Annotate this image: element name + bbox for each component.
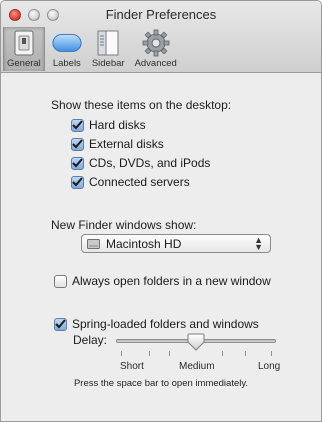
finder-preferences-window: Finder Preferences General Labels Sideba… [0,0,322,422]
slider-tick [121,351,122,356]
title-bar: Finder Preferences General Labels Sideba… [1,1,321,73]
checkbox[interactable] [54,317,67,331]
checkbox-connected-servers[interactable]: Connected servers [71,175,190,189]
labels-icon [52,29,82,57]
window-title: Finder Preferences [105,7,217,22]
checkbox[interactable] [71,137,84,151]
checkbox-label: Hard disks [89,118,146,132]
tick-label-long: Long [258,361,281,372]
sidebar-icon [93,29,123,57]
tab-labels-label: Labels [52,58,81,69]
slider-tick [271,351,272,356]
checkbox-label: Connected servers [89,175,190,189]
popup-selected-value: Macintosh HD [106,236,182,251]
tab-general[interactable]: General [3,27,45,71]
new-window-target-popup[interactable]: Macintosh HD ▲ ▼ [81,234,271,253]
tab-advanced[interactable]: Advanced [132,27,180,71]
slider-tick [222,351,223,356]
gear-icon [141,29,171,57]
slider-tick [169,351,170,356]
tab-labels[interactable]: Labels [49,27,85,71]
checkbox-label: External disks [89,137,164,151]
tick-label-short: Short [120,361,144,372]
checkbox-spring-loaded[interactable]: Spring-loaded folders and windows [54,317,259,331]
checkbox[interactable] [54,274,67,288]
popup-arrows-icon: ▲ ▼ [254,235,263,252]
checkbox-cds-dvds-ipods[interactable]: CDs, DVDs, and iPods [71,156,210,170]
desktop-items-heading: Show these items on the desktop: [51,98,232,112]
tab-sidebar-label: Sidebar [91,58,125,69]
tab-sidebar[interactable]: Sidebar [89,27,128,71]
slider-tick [149,351,150,356]
slider-tick [245,351,246,356]
tab-general-label: General [7,58,41,69]
checkbox-external-disks[interactable]: External disks [71,137,164,151]
checkbox[interactable] [71,156,84,170]
preferences-toolbar: General Labels Sidebar Advanced [3,27,180,71]
tab-advanced-label: Advanced [134,58,177,69]
checkbox-always-open-new-window[interactable]: Always open folders in a new window [54,274,271,288]
spring-loaded-hint: Press the space bar to open immediately. [73,378,249,389]
delay-label: Delay: [73,333,108,347]
checkbox[interactable] [71,118,84,132]
checkbox-label: Always open folders in a new window [72,274,271,288]
checkbox-label: CDs, DVDs, and iPods [89,156,211,170]
hard-drive-icon [87,238,100,250]
delay-slider-thumb[interactable] [186,333,206,351]
checkbox-label: Spring-loaded folders and windows [72,317,259,331]
new-window-heading: New Finder windows show: [51,218,197,232]
general-switch-icon [9,29,39,57]
checkbox-hard-disks[interactable]: Hard disks [71,118,146,132]
tick-label-medium: Medium [179,361,215,372]
checkbox[interactable] [71,175,84,189]
